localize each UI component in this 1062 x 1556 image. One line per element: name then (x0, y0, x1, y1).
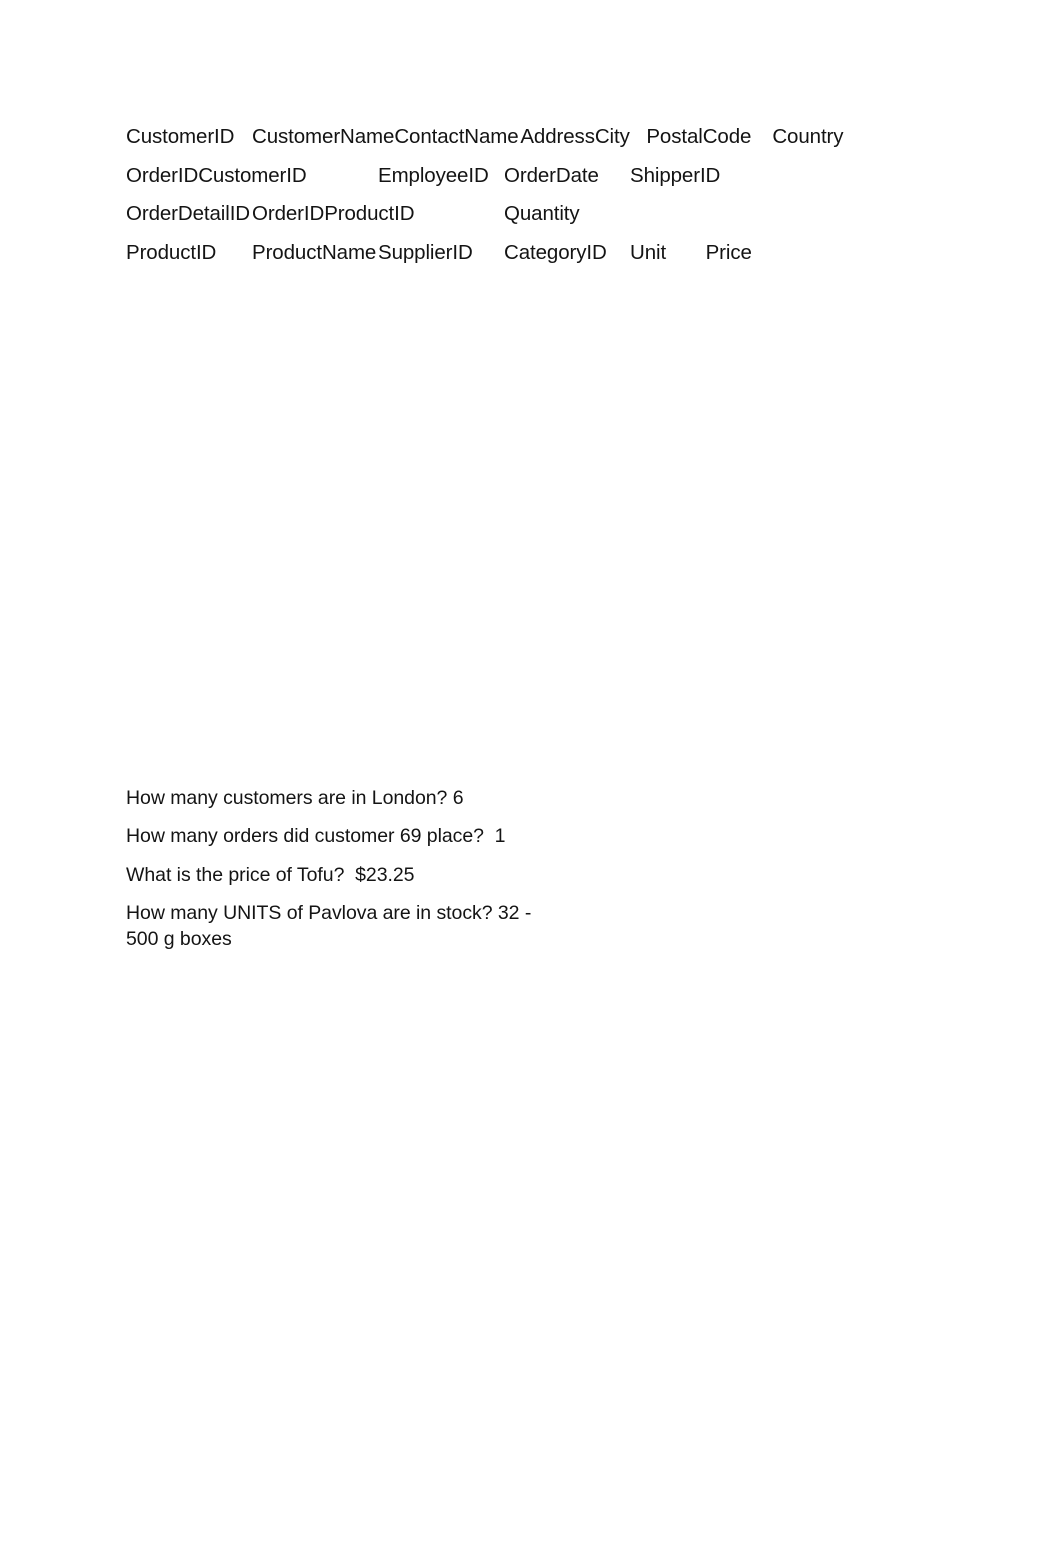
schema-row-orderdetails: OrderDetailIDOrderIDProductID Quantity (126, 195, 1006, 234)
schema-field-productid: ProductID (126, 240, 217, 264)
schema-field-orderdetailid: OrderDetailID (126, 202, 251, 226)
schema-field-orderid-customerid: OrderIDCustomerID (126, 163, 307, 187)
schema-field-price: Price (705, 240, 752, 264)
schema-field-quantity: Quantity (504, 202, 580, 226)
schema-field-customerid: CustomerID (126, 125, 235, 148)
qa-item-customers-london: How many customers are in London? 6 (126, 787, 464, 809)
schema-field-country: Country (772, 125, 844, 148)
schema-row-products: ProductID ProductNameSupplierID CategoryID… (126, 234, 1006, 273)
schema-field-supplierid: SupplierID (378, 240, 473, 264)
schema-field-list: CustomerID CustomerNameContactNameAddress… (126, 118, 1006, 272)
schema-row-customers: CustomerID CustomerNameContactNameAddress… (126, 118, 1006, 157)
schema-field-orderid-productid: OrderIDProductID (252, 202, 415, 226)
schema-field-unit: Unit (630, 240, 667, 264)
schema-field-customername: CustomerName (252, 125, 395, 148)
qa-item-orders-customer-69: How many orders did customer 69 place? 1 (126, 825, 506, 848)
schema-field-orderdate: OrderDate (504, 163, 599, 187)
question-answer-list: How many customers are in London? 6 How … (126, 786, 546, 952)
qa-item-price-of-tofu: What is the price of Tofu? $23.25 (126, 863, 415, 886)
document-page: CustomerID CustomerNameContactNameAddress… (0, 0, 1062, 1556)
schema-field-productname: ProductName (252, 240, 377, 264)
qa-item-pavlova-units-in-stock: How many UNITS of Pavlova are in stock? … (126, 902, 537, 950)
schema-field-contactname: ContactName (394, 125, 519, 148)
schema-field-employeeid: EmployeeID (378, 163, 489, 187)
schema-field-categoryid: CategoryID (504, 240, 607, 264)
schema-field-addresscity: AddressCity (520, 125, 630, 148)
schema-field-shipperid: ShipperID (630, 163, 721, 187)
schema-field-postalcode: PostalCode (646, 125, 752, 148)
schema-row-orders: OrderIDCustomerID EmployeeID OrderDate Ship… (126, 157, 1006, 196)
